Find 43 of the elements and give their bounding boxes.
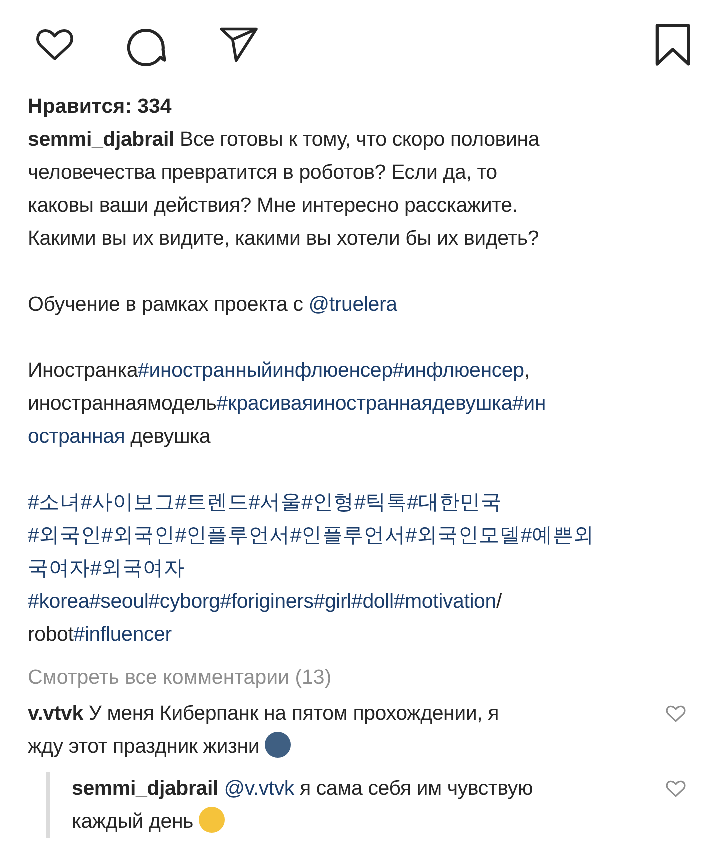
username-link[interactable]: v.vtvk	[28, 702, 84, 725]
likes-count[interactable]: Нравится: 334	[28, 90, 692, 123]
hashtag-link[interactable]: #korea	[28, 590, 90, 613]
hashtag-link[interactable]: #대한민국	[407, 491, 502, 514]
username-link[interactable]: semmi_djabrail	[72, 777, 218, 800]
mention-link[interactable]: @truelera	[308, 293, 398, 316]
hashtag-link[interactable]: #красиваяиностраннаядевушка	[216, 392, 512, 415]
hashtag-link[interactable]: #seoul	[89, 590, 149, 613]
hashtag-link[interactable]: #틱톡	[354, 491, 408, 514]
hashtag-link[interactable]: #influencer	[74, 623, 172, 646]
caption-paragraph: Обучение в рамках проекта с @truelera	[28, 292, 398, 318]
hashtag-link[interactable]: #예쁜외	[520, 524, 594, 547]
hashtag-link[interactable]: #서울	[248, 491, 302, 514]
hashtag-link[interactable]: #cyborg	[148, 590, 220, 613]
hashtag-link[interactable]: #girl	[314, 590, 352, 613]
hashtag-link[interactable]: #외국인	[28, 524, 102, 547]
hashtag-link[interactable]: #motivation	[394, 590, 496, 613]
caption-paragraph: #소녀#사이보그#트렌드#서울#인형#틱톡#대한민국 #외국인#외국인#인플루언서#인플루언서#외국인모델#예쁜외 국여자#외국여자 #korea#seoul#cyborg#foriginers#girl#doll#motivation/ robot#influencer	[28, 490, 596, 648]
hashtag-link[interactable]: #инфлюенсер	[392, 359, 524, 382]
hashtag-link[interactable]: #ин	[512, 392, 546, 415]
hashtag-link[interactable]: #외국여자	[90, 557, 185, 580]
hashtag-link[interactable]: #인형	[302, 491, 354, 514]
hashtag-link[interactable]: остранная	[28, 425, 126, 448]
hashtag-link[interactable]: #иностранныйинфлюенсер	[138, 359, 393, 382]
mention-link[interactable]: @v.vtvk	[224, 777, 294, 800]
like-heart-icon[interactable]	[664, 778, 688, 800]
hashtag-link[interactable]: 국여자	[28, 557, 90, 580]
bookmark-icon[interactable]	[654, 23, 692, 67]
hashtag-link[interactable]: #소녀	[28, 491, 81, 514]
like-heart-icon[interactable]	[664, 703, 688, 725]
hashtag-link[interactable]: #사이보그	[80, 491, 176, 514]
comment-text: v.vtvk У меня Киберпанк на пятом прохождении, я жду этот праздник жизни	[28, 701, 500, 760]
hashtag-link[interactable]: #트렌드	[175, 491, 249, 514]
username-link[interactable]: semmi_djabrail	[28, 128, 174, 151]
hashtag-link[interactable]: #외국인	[102, 524, 176, 547]
comment-text: semmi_djabrail @v.vtvk я сама себя им чувствую каждый день	[72, 776, 534, 835]
hashtag-link[interactable]: #foriginers	[220, 590, 314, 613]
hashtag-link[interactable]: #인플루언서	[175, 524, 290, 547]
hashtag-link[interactable]: #외국인모델	[406, 524, 521, 547]
caption-paragraph: Иностранка#иностранныйинфлюенсер#инфлюенсер, иностраннаямодель#красиваяиностраннаядевушка#ин остранная девушка	[28, 358, 548, 450]
hashtag-link[interactable]: #인플루언서	[290, 524, 406, 547]
caption-paragraph: semmi_djabrail Все готовы к тому, что скоро половина человечества превратится в роботов? Если да, то каковы ваши действия? Мне интересно расскажите. Какими вы их видите, какими вы хотели бы их видеть?	[28, 127, 541, 252]
hashtag-link[interactable]: #doll	[352, 590, 394, 613]
